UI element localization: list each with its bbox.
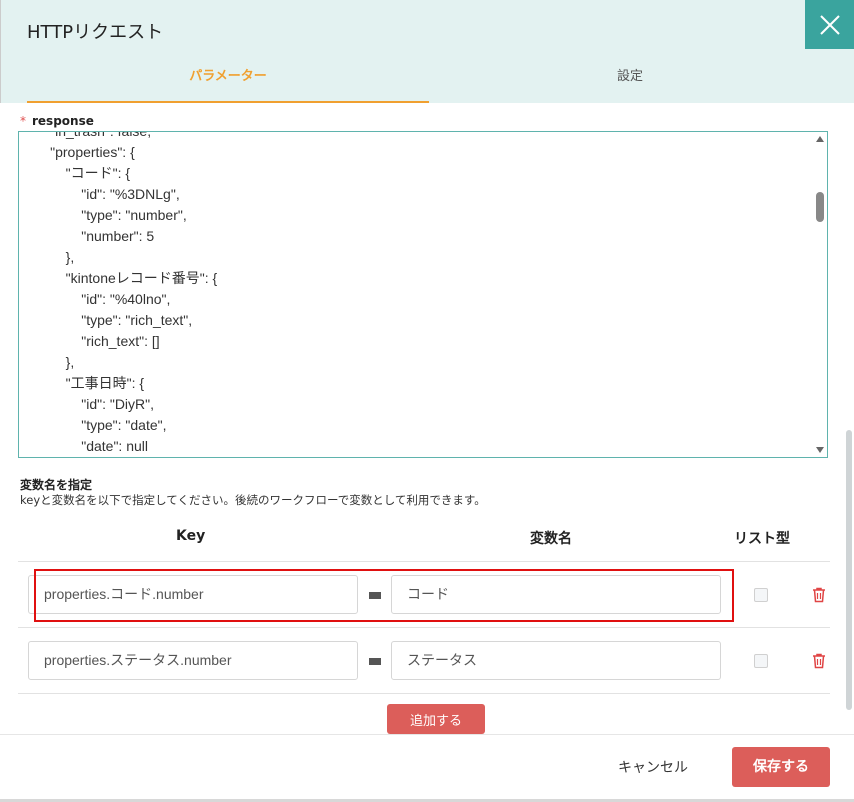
code-line: "properties": { (19, 144, 135, 160)
tab-settings[interactable]: 設定 (429, 66, 831, 103)
dialog-title: HTTPリクエスト (27, 22, 164, 43)
code-line: "type": "date", (19, 417, 167, 433)
code-line: }, (19, 249, 75, 265)
dialog-scrollbar[interactable] (846, 430, 852, 710)
scroll-thumb[interactable] (816, 192, 824, 222)
code-line: "工事日時": { (19, 375, 145, 391)
code-line: "kintoneレコード番号": { (19, 270, 218, 286)
trash-icon[interactable] (812, 587, 826, 603)
highlight-box (34, 569, 734, 622)
code-line: "id": "%40lno", (19, 291, 171, 307)
divider (18, 693, 830, 694)
code-line: "id": "DiyR", (19, 396, 155, 412)
add-row-button[interactable]: 追加する (387, 704, 485, 734)
code-line: "type": "rich_text", (19, 312, 193, 328)
response-label-text: response (32, 114, 94, 128)
list-type-checkbox[interactable] (754, 654, 768, 668)
divider (18, 561, 830, 562)
code-line: "in_trash": false, (19, 131, 152, 139)
column-header-variable: 変数名 (530, 531, 572, 547)
key-input[interactable]: properties.ステータス.number (28, 641, 358, 680)
code-line: "id": "%3DNLg", (19, 186, 180, 202)
code-line: "コード": { (19, 165, 131, 181)
cancel-button[interactable]: キャンセル (610, 757, 696, 779)
variable-name-input[interactable]: ステータス (391, 641, 721, 680)
response-textarea[interactable]: "in_trash": false, "properties": { "コード"… (18, 131, 828, 458)
code-line: "date": null (19, 438, 148, 454)
close-icon (820, 14, 840, 35)
equals-icon (369, 658, 381, 665)
variables-description: keyと変数名を以下で指定してください。後続のワークフローで変数として利用できま… (20, 493, 486, 507)
dialog-footer (0, 734, 854, 802)
code-scrollbar[interactable] (812, 132, 827, 457)
scroll-up-arrow-icon[interactable] (816, 136, 824, 142)
response-code: "in_trash": false, "properties": { "コード"… (19, 131, 809, 457)
close-button[interactable] (805, 0, 854, 49)
trash-icon[interactable] (812, 653, 826, 669)
column-header-list-type: リスト型 (734, 531, 790, 547)
code-line: "number": 5 (19, 228, 155, 244)
variables-title: 変数名を指定 (20, 478, 93, 492)
save-button[interactable]: 保存する (732, 747, 830, 787)
column-header-key: Key (176, 528, 206, 544)
code-line: "type": "number", (19, 207, 187, 223)
scroll-down-arrow-icon[interactable] (816, 447, 824, 453)
dialog-header: HTTPリクエスト パラメーター 設定 (0, 0, 854, 103)
required-mark: * (20, 114, 26, 128)
code-line: }, (19, 354, 75, 370)
list-type-checkbox[interactable] (754, 588, 768, 602)
code-line: "rich_text": [] (19, 333, 160, 349)
response-label: * response (20, 114, 94, 128)
tab-parameters[interactable]: パラメーター (27, 66, 429, 103)
divider (18, 627, 830, 628)
